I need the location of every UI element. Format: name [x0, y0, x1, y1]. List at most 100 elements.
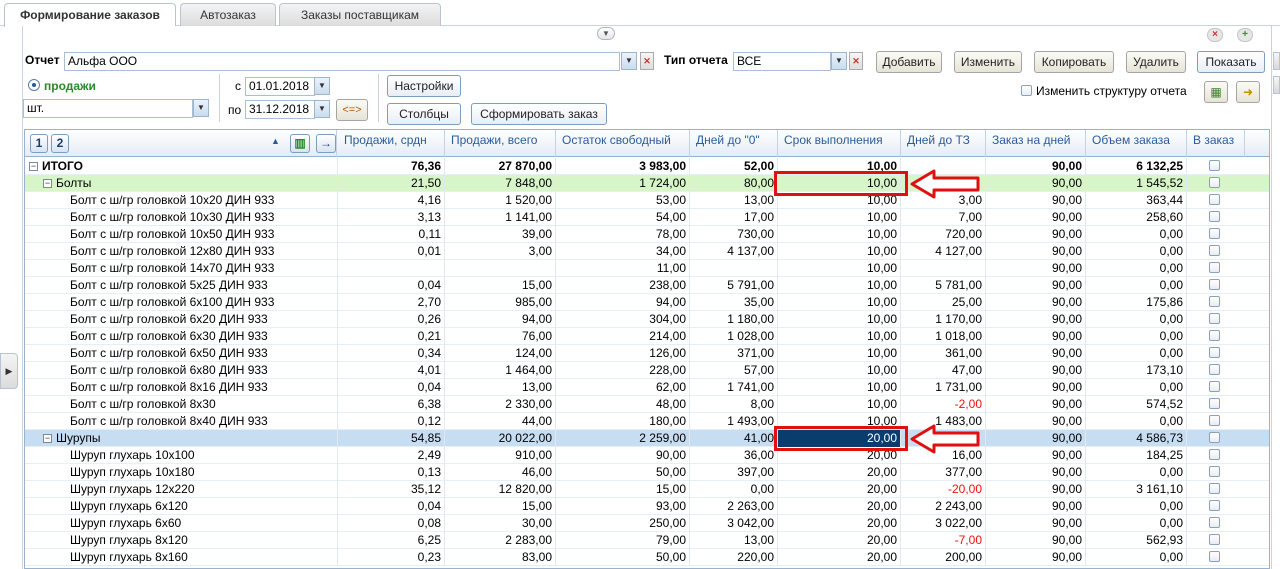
add-to-order-checkbox[interactable]: [1209, 313, 1220, 324]
table-row[interactable]: Болт с ш/гр головкой 8х16 ДИН 933 0,04 13,…: [25, 379, 1269, 396]
table-row[interactable]: Шуруп глухарь 12х220 35,12 12 820,00 15,00 0…: [25, 481, 1269, 498]
collapse-filter-icon[interactable]: ▼: [597, 27, 615, 40]
col-header[interactable]: Срок выполнения: [778, 130, 901, 157]
table-row[interactable]: Шуруп глухарь 8х160 0,23 83,00 50,00 220,00 2…: [25, 549, 1269, 566]
date-to-input[interactable]: 31.12.2018: [245, 100, 315, 119]
sort-up-icon[interactable]: ▲: [271, 136, 280, 146]
col-header[interactable]: В заказ: [1187, 130, 1245, 157]
expand-right-icon[interactable]: →: [316, 134, 336, 153]
group-row[interactable]: − Болты 21,50 7 848,00 1 724,00 80,00 10,00 90,…: [25, 175, 1269, 192]
date-to-picker-icon[interactable]: ▼: [314, 100, 330, 118]
add-to-order-checkbox[interactable]: [1209, 432, 1220, 443]
excel-export-icon[interactable]: ▦: [1204, 81, 1228, 103]
add-button[interactable]: Добавить: [876, 51, 942, 73]
unit-dropdown-icon[interactable]: ▼: [193, 99, 209, 117]
copy-button[interactable]: Копировать: [1034, 51, 1114, 73]
swap-dates-button[interactable]: <=>: [336, 99, 368, 121]
table-row[interactable]: Болт с ш/гр головкой 5х25 ДИН 933 0,04 15,…: [25, 277, 1269, 294]
export-arrow-icon[interactable]: ➜: [1236, 81, 1260, 103]
add-to-order-checkbox[interactable]: [1209, 177, 1220, 188]
add-to-order-checkbox[interactable]: [1209, 160, 1220, 171]
add-to-order-checkbox[interactable]: [1209, 364, 1220, 375]
add-to-order-checkbox[interactable]: [1209, 347, 1220, 358]
columns-button[interactable]: Столбцы: [387, 103, 461, 125]
table-row[interactable]: Болт с ш/гр головкой 14х70 ДИН 933 11,00 1…: [25, 260, 1269, 277]
close-panel-icon[interactable]: ×: [1207, 28, 1223, 42]
sales-radio[interactable]: [28, 79, 40, 91]
add-to-order-checkbox[interactable]: [1209, 262, 1220, 273]
page-1-button[interactable]: 1: [30, 134, 48, 153]
group-row[interactable]: − Шурупы 54,85 20 022,00 2 259,00 41,00 20,00 9…: [25, 430, 1269, 447]
add-to-order-checkbox[interactable]: [1209, 466, 1220, 477]
date-from-input[interactable]: 01.01.2018: [245, 77, 315, 96]
add-panel-icon[interactable]: +: [1237, 28, 1253, 42]
tab-order-formation[interactable]: Формирование заказов: [4, 3, 176, 27]
table-row[interactable]: Болт с ш/гр головкой 8х30 6,38 2 330,00 48,…: [25, 396, 1269, 413]
show-button[interactable]: Показать: [1197, 51, 1265, 73]
report-select[interactable]: Альфа ООО: [64, 52, 620, 71]
table-row[interactable]: Болт с ш/гр головкой 6х100 ДИН 933 2,70 98…: [25, 294, 1269, 311]
add-to-order-checkbox[interactable]: [1209, 415, 1220, 426]
delete-button[interactable]: Удалить: [1126, 51, 1186, 73]
tree-collapse-icon[interactable]: −: [43, 434, 52, 443]
change-structure-checkbox[interactable]: [1021, 85, 1032, 96]
report-type-clear-icon[interactable]: ✕: [849, 52, 863, 70]
table-cell: 20,00: [778, 549, 901, 566]
add-to-order-checkbox[interactable]: [1209, 517, 1220, 528]
make-order-button[interactable]: Сформировать заказ: [471, 103, 607, 125]
columns-icon[interactable]: ▥: [290, 134, 310, 153]
table-row[interactable]: Шуруп глухарь 6х120 0,04 15,00 93,00 2 263,0…: [25, 498, 1269, 515]
add-to-order-checkbox[interactable]: [1209, 500, 1220, 511]
date-from-picker-icon[interactable]: ▼: [314, 77, 330, 95]
table-row[interactable]: Шуруп глухарь 6х60 0,08 30,00 250,00 3 042,0…: [25, 515, 1269, 532]
add-to-order-checkbox[interactable]: [1209, 551, 1220, 562]
report-clear-icon[interactable]: ✕: [640, 52, 654, 70]
col-header[interactable]: Дней до ТЗ: [901, 130, 986, 157]
table-row[interactable]: Болт с ш/гр головкой 12х80 ДИН 933 0,01 3,…: [25, 243, 1269, 260]
add-to-order-checkbox[interactable]: [1209, 279, 1220, 290]
col-header[interactable]: Дней до "0": [690, 130, 778, 157]
report-type-select[interactable]: ВСЕ: [733, 52, 831, 71]
add-to-order-checkbox[interactable]: [1209, 296, 1220, 307]
col-header[interactable]: Заказ на дней: [986, 130, 1086, 157]
add-to-order-checkbox[interactable]: [1209, 449, 1220, 460]
table-row[interactable]: Шуруп глухарь 10х100 2,49 910,00 90,00 36,00…: [25, 447, 1269, 464]
settings-button[interactable]: Настройки: [387, 75, 461, 97]
table-row[interactable]: Шуруп глухарь 10х180 0,13 46,00 50,00 397,00…: [25, 464, 1269, 481]
table-row[interactable]: Болт с ш/гр головкой 6х50 ДИН 933 0,34 124…: [25, 345, 1269, 362]
add-to-order-checkbox[interactable]: [1209, 228, 1220, 239]
report-dropdown-icon[interactable]: ▼: [621, 52, 637, 70]
table-row[interactable]: Болт с ш/гр головкой 6х20 ДИН 933 0,26 94,…: [25, 311, 1269, 328]
tab-supplier-orders[interactable]: Заказы поставщикам: [279, 3, 441, 26]
table-row[interactable]: Болт с ш/гр головкой 10х30 ДИН 933 3,13 1 …: [25, 209, 1269, 226]
col-header[interactable]: Продажи, срдн: [338, 130, 445, 157]
add-to-order-checkbox[interactable]: [1209, 398, 1220, 409]
col-header[interactable]: Продажи, всего: [445, 130, 556, 157]
table-row[interactable]: Шуруп глухарь 8х120 6,25 2 283,00 79,00 13,0…: [25, 532, 1269, 549]
add-to-order-checkbox[interactable]: [1209, 483, 1220, 494]
add-to-order-checkbox[interactable]: [1209, 211, 1220, 222]
table-row[interactable]: Болт с ш/гр головкой 10х20 ДИН 933 4,16 1 …: [25, 192, 1269, 209]
add-to-order-checkbox[interactable]: [1209, 330, 1220, 341]
tab-autoorder[interactable]: Автозаказ: [180, 3, 276, 26]
table-row[interactable]: Болт с ш/гр головкой 10х50 ДИН 933 0,11 39…: [25, 226, 1269, 243]
add-to-order-checkbox[interactable]: [1209, 194, 1220, 205]
expand-panel-handle[interactable]: ▶: [0, 353, 18, 389]
table-row[interactable]: Болт с ш/гр головкой 8х40 ДИН 933 0,12 44,…: [25, 413, 1269, 430]
col-header[interactable]: Объем заказа: [1086, 130, 1187, 157]
edit-button[interactable]: Изменить: [954, 51, 1022, 73]
tree-collapse-icon[interactable]: −: [43, 179, 52, 188]
table-row[interactable]: Болт с ш/гр головкой 6х30 ДИН 933 0,21 76,…: [25, 328, 1269, 345]
group-row[interactable]: − ИТОГО 76,36 27 870,00 3 983,00 52,00 10,00 90…: [25, 158, 1269, 175]
add-to-order-checkbox[interactable]: [1209, 245, 1220, 256]
table-row[interactable]: Болт с ш/гр головкой 6х80 ДИН 933 4,01 1 4…: [25, 362, 1269, 379]
right-strip-button[interactable]: [1273, 52, 1280, 70]
tree-collapse-icon[interactable]: −: [29, 162, 38, 171]
page-2-button[interactable]: 2: [51, 134, 69, 153]
unit-select[interactable]: шт.: [23, 99, 193, 118]
right-strip-button[interactable]: [1273, 76, 1280, 94]
col-header[interactable]: Остаток свободный: [556, 130, 690, 157]
add-to-order-checkbox[interactable]: [1209, 534, 1220, 545]
add-to-order-checkbox[interactable]: [1209, 381, 1220, 392]
report-type-dropdown-icon[interactable]: ▼: [831, 52, 847, 70]
